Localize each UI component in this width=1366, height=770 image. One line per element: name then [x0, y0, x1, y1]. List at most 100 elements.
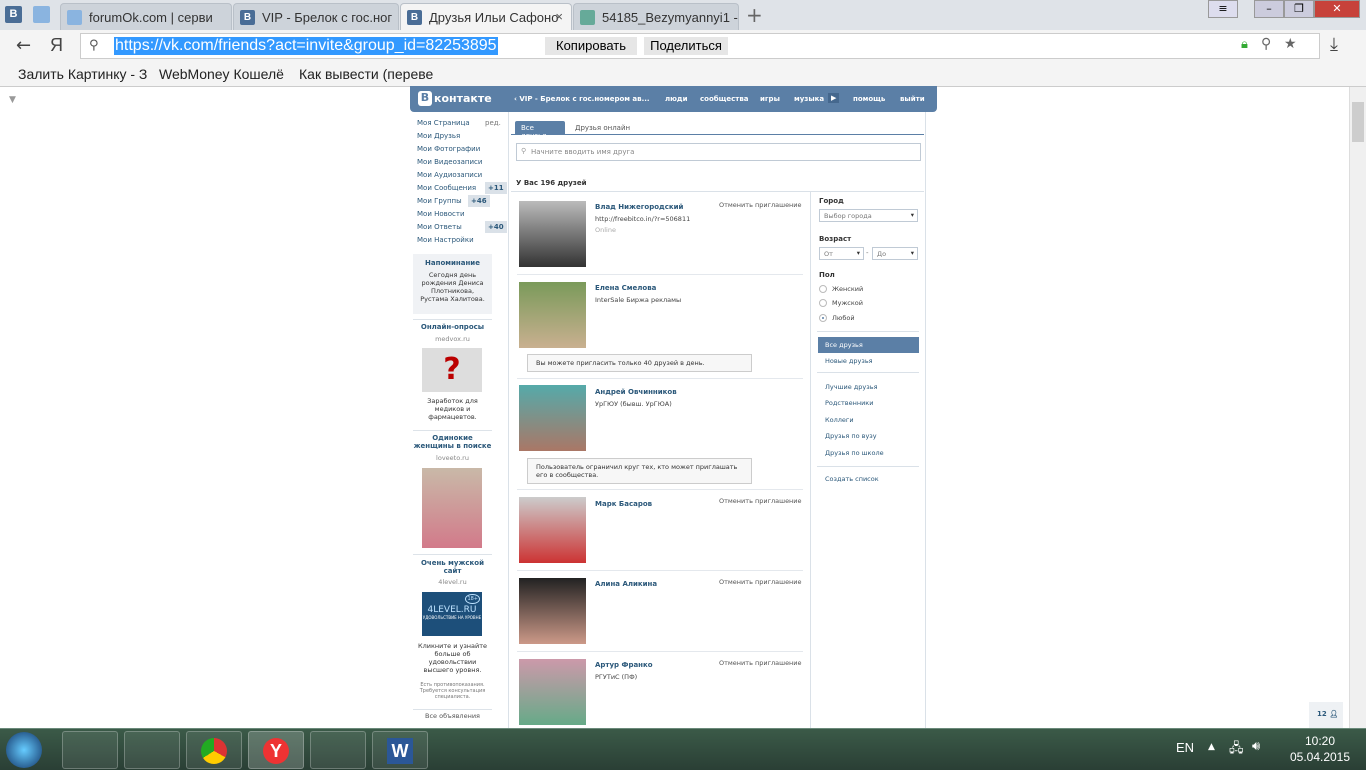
scrollbar-thumb[interactable] [1352, 102, 1364, 142]
zoom-icon[interactable]: ⚲ [1261, 36, 1271, 52]
cancel-invite-link[interactable]: Отменить приглашение [719, 201, 802, 209]
friend-name[interactable]: Марк Басаров [595, 500, 652, 508]
friend-avatar[interactable] [519, 385, 586, 451]
list-item[interactable]: Все друзья [825, 341, 863, 349]
nav-communities[interactable]: сообщества [700, 95, 749, 103]
paint-app-icon[interactable] [310, 731, 366, 769]
menu-answers[interactable]: Мои Ответы [417, 223, 462, 231]
close-window-button[interactable]: ✕ [1314, 0, 1360, 18]
menu-videos[interactable]: Мои Видеозаписи [417, 158, 482, 166]
city-select[interactable]: Выбор города [819, 209, 918, 222]
copy-button[interactable]: Копировать [545, 37, 637, 55]
music-play-icon[interactable]: ▶ [828, 93, 840, 103]
friend-link[interactable]: http://freebitco.in/?r=506811 [595, 215, 690, 223]
cancel-invite-link[interactable]: Отменить приглашение [719, 578, 802, 586]
question-mark-ad-image[interactable]: ? [422, 348, 482, 392]
friend-avatar[interactable] [519, 497, 586, 563]
notepad-app-icon[interactable] [124, 731, 180, 769]
friend-name[interactable]: Елена Смелова [595, 284, 656, 292]
menu-button[interactable]: ≡ [1208, 0, 1238, 18]
download-icon[interactable]: ⤓ [1330, 34, 1338, 55]
friend-name[interactable]: Влад Нижегородский [595, 203, 683, 211]
scrollbar[interactable] [1349, 87, 1366, 728]
maximize-button[interactable]: ❐ [1284, 0, 1314, 18]
minimize-button[interactable]: – [1254, 0, 1284, 18]
vk-logo-text[interactable]: контакте [434, 92, 492, 105]
nav-games[interactable]: игры [760, 95, 780, 103]
close-tab-icon[interactable]: × [555, 9, 563, 24]
reminder-text[interactable]: Сегодня день рождения Дениса Плотникова,… [416, 271, 489, 303]
edit-link[interactable]: ред. [485, 119, 501, 127]
bookmark[interactable]: WebMoney Кошелё [159, 66, 284, 82]
radio-label[interactable]: Женский [832, 285, 863, 293]
friend-avatar[interactable] [519, 578, 586, 644]
clock[interactable]: 10:20 05.04.2015 [1285, 733, 1355, 765]
cancel-invite-link[interactable]: Отменить приглашение [719, 659, 802, 667]
list-item[interactable]: Новые друзья [825, 357, 873, 365]
create-list-link[interactable]: Создать список [825, 475, 879, 483]
language-indicator[interactable]: EN [1176, 740, 1194, 755]
cancel-invite-link[interactable]: Отменить приглашение [719, 497, 802, 505]
back-to-group-link[interactable]: ‹ VIP - Брелок с гос.номером ав... [514, 95, 650, 103]
online-friends-counter[interactable]: 12 👤︎ [1309, 702, 1343, 728]
bookmark[interactable]: Как вывести (переве [299, 66, 433, 82]
ad-title[interactable]: Очень мужской сайт [413, 559, 492, 575]
back-icon[interactable]: ← [16, 35, 31, 56]
list-item[interactable]: Коллеги [825, 416, 854, 424]
menu-settings[interactable]: Мои Настройки [417, 236, 474, 244]
radio-label[interactable]: Мужской [832, 299, 863, 307]
menu-photos[interactable]: Мои Фотографии [417, 145, 480, 153]
4level-ad-image[interactable]: 18+ 4LEVEL.RU УДОВОЛЬСТВИЕ НА УРОВНЕ [422, 592, 482, 636]
volume-icon[interactable]: 🔊︎ [1252, 739, 1260, 754]
pinned-tab-forum[interactable] [33, 6, 50, 23]
show-hidden-icons[interactable]: ▲ [1208, 742, 1215, 752]
network-icon[interactable]: 🖧︎ [1229, 739, 1244, 761]
radio-label[interactable]: Любой [832, 314, 855, 322]
friend-name[interactable]: Андрей Овчинников [595, 388, 677, 396]
answers-badge[interactable]: +40 [485, 221, 507, 233]
menu-my-page[interactable]: Моя Страница [417, 119, 470, 127]
nav-help[interactable]: помощь [853, 95, 885, 103]
friend-name[interactable]: Алина Аликина [595, 580, 657, 588]
yandex-browser-app-icon[interactable]: Y [248, 731, 304, 769]
list-item[interactable]: Друзья по вузу [825, 432, 877, 440]
share-button[interactable]: Поделиться [644, 37, 728, 55]
tab-friends[interactable]: B Друзья Ильи Сафоно × [400, 3, 572, 30]
friend-avatar[interactable] [519, 659, 586, 725]
all-ads-link[interactable]: Все объявления [413, 712, 492, 720]
ad-text[interactable]: Заработок для медиков и фармацевтов. [413, 397, 492, 421]
list-item[interactable]: Родственники [825, 399, 873, 407]
woman-ad-image[interactable] [422, 468, 482, 548]
nav-people[interactable]: люди [665, 95, 688, 103]
menu-messages[interactable]: Мои Сообщения [417, 184, 476, 192]
pinned-tab-vk[interactable]: B [5, 6, 22, 23]
start-button[interactable] [6, 732, 42, 768]
groups-badge[interactable]: +46 [468, 195, 490, 207]
bookmark[interactable]: Залить Картинку - З [18, 66, 147, 82]
nav-logout[interactable]: выйти [900, 95, 925, 103]
friend-search-input[interactable]: ⚲ Начните вводить имя друга [516, 143, 921, 161]
nav-music[interactable]: музыка [794, 95, 824, 103]
chrome-app-icon[interactable] [186, 731, 242, 769]
vk-logo-icon[interactable]: B [418, 91, 432, 106]
menu-audio[interactable]: Мои Аудиозаписи [417, 171, 482, 179]
list-item[interactable]: Лучшие друзья [825, 383, 877, 391]
friend-name[interactable]: Артур Франко [595, 661, 653, 669]
calculator-app-icon[interactable] [62, 731, 118, 769]
url-text[interactable]: https://vk.com/friends?act=invite&group_… [114, 37, 498, 55]
new-tab-button[interactable]: + [746, 3, 763, 27]
age-from-select[interactable]: От [819, 247, 864, 260]
radio-any[interactable] [819, 314, 827, 322]
yandex-button[interactable]: Я [50, 35, 63, 56]
radio-male[interactable] [819, 299, 827, 307]
word-app-icon[interactable]: W [372, 731, 428, 769]
friend-avatar[interactable] [519, 201, 586, 267]
bookmark-star-icon[interactable]: ★ [1284, 36, 1297, 52]
list-item[interactable]: Друзья по школе [825, 449, 884, 457]
expand-arrow-icon[interactable]: ▼ [9, 95, 16, 105]
tab-image[interactable]: 54185_Bezymyannyi1 - [573, 3, 739, 30]
messages-badge[interactable]: +11 [485, 182, 507, 194]
tab-online-friends[interactable]: Друзья онлайн [575, 124, 630, 132]
tab-forumok[interactable]: forumOk.com | серви [60, 3, 232, 30]
friend-avatar[interactable] [519, 282, 586, 348]
